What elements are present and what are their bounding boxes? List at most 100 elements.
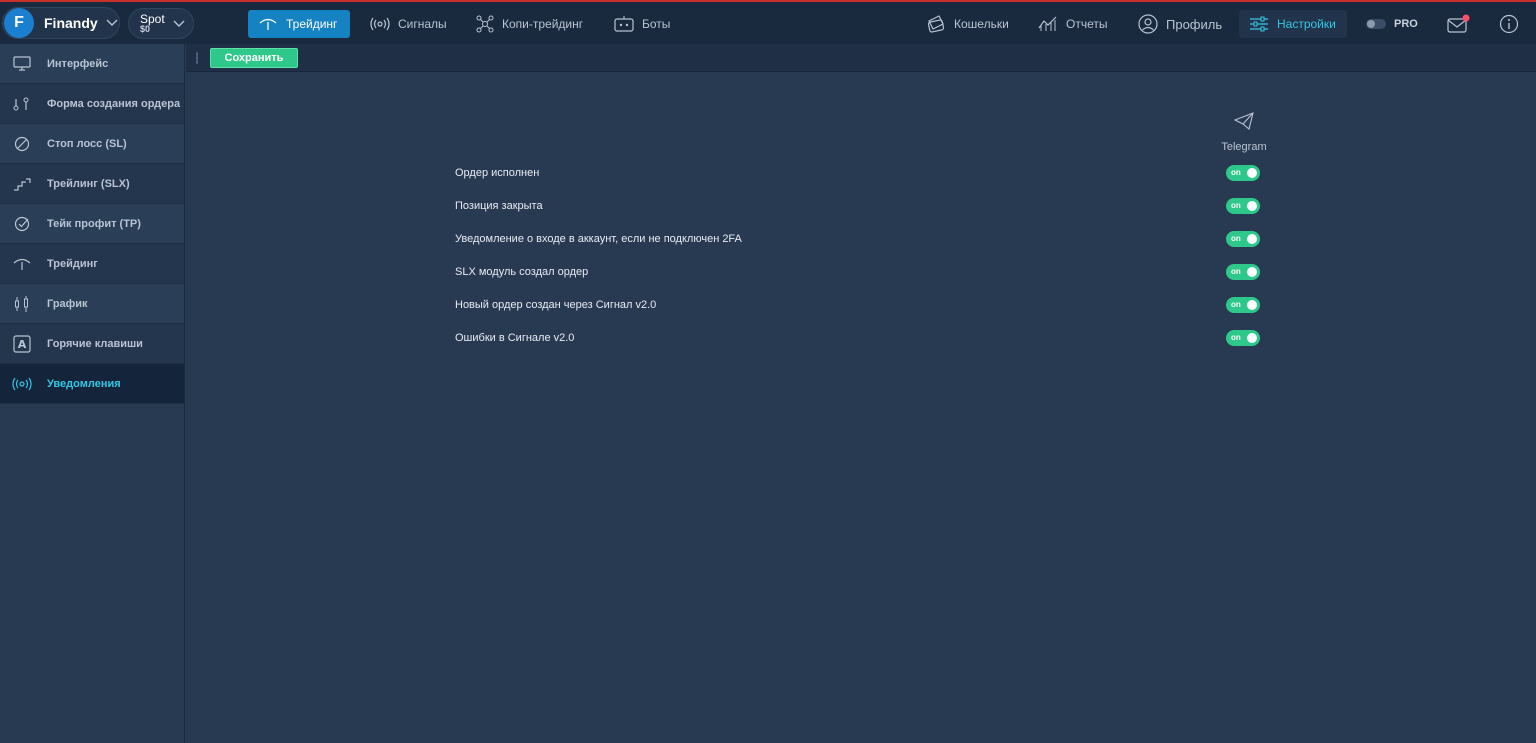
nav-wallets-label: Кошельки [954,17,1009,31]
nav-settings-label: Настройки [1277,17,1336,31]
notification-row: SLX модуль создал ордер on [455,262,1260,282]
brand-name: Finandy [44,15,98,31]
mail-button[interactable] [1447,14,1471,39]
network-icon [476,15,494,33]
telegram-toggle[interactable]: on [1226,231,1260,247]
telegram-column-header: Telegram [1220,112,1268,153]
notification-label: SLX модуль создал ордер [455,266,589,278]
nav-reports[interactable]: Отчеты [1028,10,1117,38]
pro-toggle[interactable]: PRO [1366,16,1418,32]
telegram-toggle[interactable]: on [1226,198,1260,214]
svg-text:A: A [18,338,27,351]
broadcast-icon [370,17,390,31]
sidebar-item-hotkeys[interactable]: A Горячие клавиши [0,324,184,364]
pro-switch[interactable] [1366,19,1386,29]
sidebar-item-order-form[interactable]: Форма создания ордера [0,84,184,124]
notification-row: Уведомление о входе в аккаунт, если не п… [455,229,1260,249]
nav-profile-label: Профиль [1166,16,1223,32]
mail-icon [1447,14,1471,38]
stop-icon [12,136,32,152]
chevron-down-icon [173,15,185,33]
notification-label: Новый ордер создан через Сигнал v2.0 [455,299,657,311]
trading-icon [258,17,278,31]
sidebar-item-interface[interactable]: Интерфейс [0,44,184,84]
telegram-icon [1233,112,1254,135]
sidebar-item-chart[interactable]: График [0,284,184,324]
nav-bots[interactable]: Боты [604,10,680,38]
nav-copy-trading[interactable]: Копи-трейдинг [466,10,593,38]
sidebar-item-trailing[interactable]: Трейлинг (SLX) [0,164,184,204]
info-button[interactable] [1499,14,1519,39]
sidebar-item-label: Горячие клавиши [47,337,143,350]
sidebar-item-trading[interactable]: Трейдинг [0,244,184,284]
settings-toolbar: Сохранить [186,44,1536,72]
toggle-knob [1247,168,1257,178]
sidebar-item-label: Трейдинг [47,257,98,270]
wallet-icon [926,15,946,33]
notification-label: Позиция закрыта [455,200,543,212]
nav-trading[interactable]: Трейдинг [248,10,350,38]
info-icon [1499,14,1519,38]
sidebar-item-label: Интерфейс [47,57,109,70]
toggle-knob [1247,267,1257,277]
trading-icon [12,256,32,272]
notification-row: Ордер исполнен on [455,163,1260,183]
drag-handle-icon[interactable] [196,52,198,64]
sidebar-item-label: График [47,297,88,310]
sidebar-item-stop-loss[interactable]: Стоп лосс (SL) [0,124,184,164]
toggle-state: on [1231,333,1241,342]
chart-icon [1038,16,1058,32]
candles-icon [12,295,32,312]
notification-row: Новый ордер создан через Сигнал v2.0 on [455,295,1260,315]
notification-label: Уведомление о входе в аккаунт, если не п… [455,233,742,245]
finandy-logo: F [4,8,34,38]
broadcast-icon [12,376,32,392]
sidebar-item-label: Форма создания ордера [47,97,181,110]
nav-bots-label: Боты [642,17,671,31]
nav-reports-label: Отчеты [1066,17,1108,31]
chevron-down-icon [106,14,118,32]
trailing-icon [12,176,32,192]
telegram-toggle[interactable]: on [1226,264,1260,280]
notification-label: Ошибки в Сигнале v2.0 [455,332,575,344]
sidebar-item-label: Тейк профит (TP) [47,217,141,230]
market-selector[interactable]: Spot $0 [128,8,194,39]
toggle-state: on [1231,300,1241,309]
sliders-icon [1249,16,1269,32]
monitor-icon [12,55,32,72]
sidebar-item-label: Трейлинг (SLX) [47,177,130,190]
nav-signals[interactable]: Сигналы [360,10,457,38]
sidebar-item-notifications[interactable]: Уведомления [0,364,184,404]
toggle-knob [1247,300,1257,310]
sidebar-item-take-profit[interactable]: Тейк профит (TP) [0,204,184,244]
sidebar-item-label: Уведомления [47,377,121,390]
check-circle-icon [12,216,32,232]
nav-copy-trading-label: Копи-трейдинг [502,17,584,31]
nav-settings[interactable]: Настройки [1239,10,1347,38]
toggle-knob [1247,234,1257,244]
toggle-state: on [1231,201,1241,210]
nav-wallets[interactable]: Кошельки [916,10,1019,38]
telegram-toggle[interactable]: on [1226,165,1260,181]
notification-row: Ошибки в Сигнале v2.0 on [455,328,1260,348]
toggle-state: on [1231,267,1241,276]
toggle-state: on [1231,234,1241,243]
market-name: Spot [140,11,165,26]
toggle-knob [1247,333,1257,343]
bot-icon [614,16,634,32]
notifications-panel: Telegram Ордер исполнен on Позиция закры… [186,72,1536,743]
user-icon [1138,14,1158,34]
save-button[interactable]: Сохранить [210,48,298,68]
brand-switcher[interactable]: F Finandy [2,7,120,39]
settings-sidebar: Интерфейс Форма создания ордера Стоп лос… [0,44,185,743]
nav-profile[interactable]: Профиль [1128,10,1232,38]
order-form-icon [12,96,32,112]
top-bar: F Finandy Spot $0 Трейдинг Сигналы Копи-… [0,0,1536,44]
telegram-toggle[interactable]: on [1226,330,1260,346]
sidebar-item-label: Стоп лосс (SL) [47,137,127,150]
pro-label: PRO [1394,18,1418,30]
keyboard-icon: A [12,334,32,353]
telegram-toggle[interactable]: on [1226,297,1260,313]
toggle-state: on [1231,168,1241,177]
toggle-knob [1247,201,1257,211]
